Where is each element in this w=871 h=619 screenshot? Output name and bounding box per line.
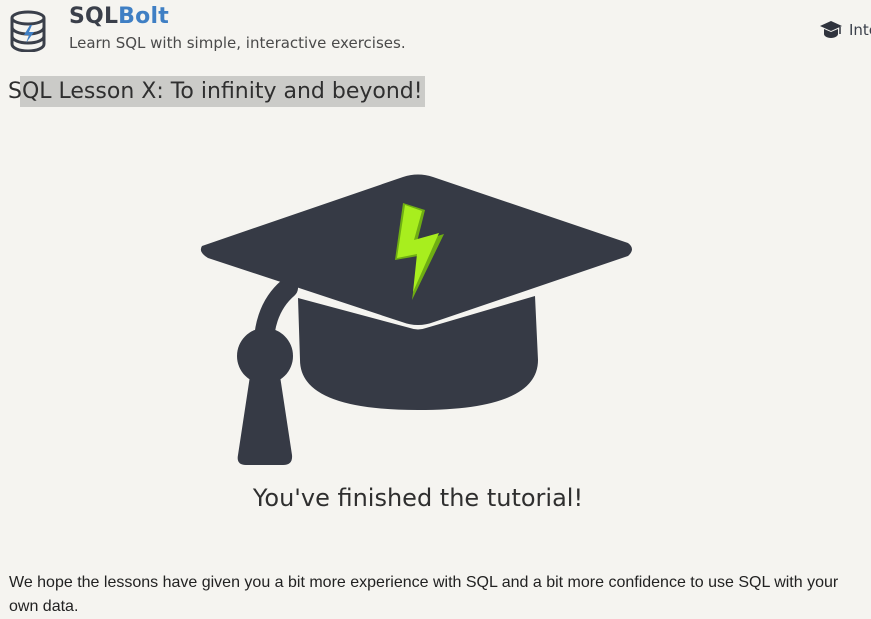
tagline: Learn SQL with simple, interactive exerc… — [69, 34, 406, 52]
nav-interactive-tutorial-link[interactable]: Interactive Tutorial — [819, 17, 871, 43]
lesson-title: SQL Lesson X: To infinity and beyond! — [8, 76, 425, 107]
brand-accent: Bolt — [118, 4, 169, 29]
nav-label: Interactive Tutorial — [849, 21, 871, 39]
lesson-title-text: SQL Lesson X: To infinity and beyond! — [8, 79, 423, 104]
brand-title[interactable]: SQLBolt — [69, 4, 169, 29]
intro-paragraph: We hope the lessons have given you a bit… — [9, 574, 839, 615]
site-header: SQLBolt Learn SQL with simple, interacti… — [0, 0, 871, 60]
finished-message: You've finished the tutorial! — [252, 484, 584, 512]
graduation-cap-icon — [820, 21, 842, 38]
brand-prefix: SQL — [69, 4, 119, 29]
graduation-cap-bolt-icon — [200, 174, 632, 465]
database-bolt-icon[interactable] — [8, 10, 48, 52]
